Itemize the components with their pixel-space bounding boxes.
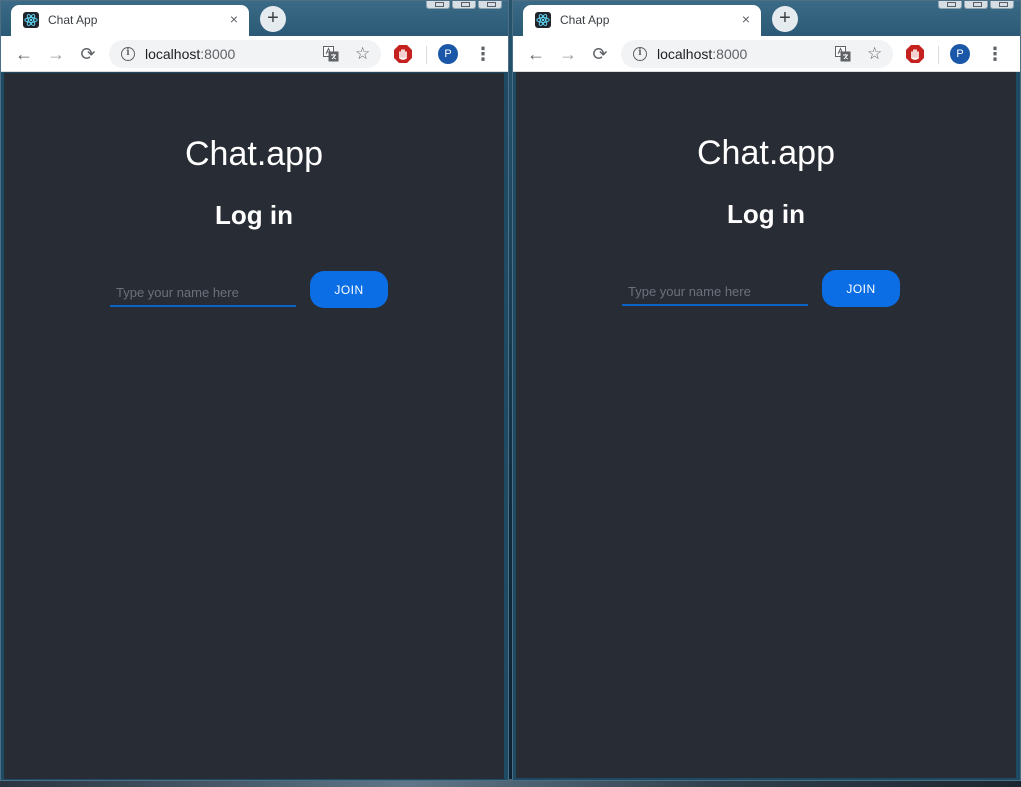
- url-host: localhost: [657, 46, 713, 62]
- star-icon[interactable]: ☆: [867, 44, 882, 64]
- react-logo-icon: [23, 12, 39, 28]
- name-input[interactable]: [622, 274, 808, 306]
- kebab-menu-icon[interactable]: ⋮: [985, 43, 1005, 65]
- url-port: :8000: [712, 46, 748, 62]
- tab-title: Chat App: [48, 13, 98, 27]
- login-heading: Log in: [727, 199, 805, 229]
- tab-close-icon[interactable]: ×: [227, 12, 241, 26]
- toolbar-divider: [426, 46, 427, 64]
- maximize-button[interactable]: [964, 1, 988, 9]
- window-controls: [938, 1, 1014, 9]
- app-title: Chat.app: [697, 134, 835, 172]
- url-host: localhost: [145, 46, 201, 62]
- minimize-button[interactable]: [426, 1, 450, 9]
- star-icon[interactable]: ☆: [355, 44, 370, 64]
- page-content: Chat.app Log in JOIN: [516, 72, 1016, 778]
- minimize-button[interactable]: [938, 1, 962, 9]
- back-arrow-icon[interactable]: ←: [13, 43, 35, 65]
- join-button[interactable]: JOIN: [822, 270, 900, 307]
- adblock-hand-icon[interactable]: [905, 44, 925, 64]
- reload-icon[interactable]: ⟳: [77, 43, 99, 65]
- join-button[interactable]: JOIN: [310, 271, 388, 308]
- login-heading: Log in: [215, 200, 293, 230]
- reload-icon[interactable]: ⟳: [589, 43, 611, 65]
- title-bar[interactable]: Chat App × +: [1, 1, 508, 36]
- browser-tab[interactable]: Chat App ×: [523, 5, 761, 36]
- address-bar[interactable]: i localhost:8000 ☆: [621, 40, 893, 68]
- maximize-button[interactable]: [452, 1, 476, 9]
- back-arrow-icon[interactable]: ←: [525, 43, 547, 65]
- url-text: localhost:8000: [657, 46, 747, 62]
- url-port: :8000: [200, 46, 236, 62]
- browser-toolbar: ← → ⟳ i localhost:8000 ☆ P ⋮: [513, 36, 1020, 72]
- info-icon[interactable]: i: [121, 47, 135, 61]
- adblock-hand-icon[interactable]: [393, 44, 413, 64]
- translate-icon[interactable]: [323, 46, 339, 62]
- close-window-button[interactable]: [478, 1, 502, 9]
- tab-close-icon[interactable]: ×: [739, 12, 753, 26]
- browser-toolbar: ← → ⟳ i localhost:8000 ☆ P ⋮: [1, 36, 508, 72]
- app-title: Chat.app: [185, 135, 323, 173]
- kebab-menu-icon[interactable]: ⋮: [473, 43, 493, 65]
- info-icon[interactable]: i: [633, 47, 647, 61]
- profile-avatar[interactable]: P: [950, 44, 970, 64]
- new-tab-button[interactable]: +: [260, 6, 286, 32]
- address-bar[interactable]: i localhost:8000 ☆: [109, 40, 381, 68]
- name-input[interactable]: [110, 275, 296, 307]
- browser-window-right: Chat App × + ← → ⟳ i localhost:8000 ☆ P …: [512, 0, 1021, 781]
- new-tab-button[interactable]: +: [772, 6, 798, 32]
- url-text: localhost:8000: [145, 46, 235, 62]
- translate-icon[interactable]: [835, 46, 851, 62]
- profile-avatar[interactable]: P: [438, 44, 458, 64]
- toolbar-divider: [938, 46, 939, 64]
- react-logo-icon: [535, 12, 551, 28]
- close-window-button[interactable]: [990, 1, 1014, 9]
- forward-arrow-icon[interactable]: →: [45, 43, 67, 65]
- window-controls: [426, 1, 502, 9]
- forward-arrow-icon[interactable]: →: [557, 43, 579, 65]
- browser-window-left: Chat App × + ← → ⟳ i localhost:8000 ☆ P …: [0, 0, 509, 781]
- page-content: Chat.app Log in JOIN: [4, 73, 504, 779]
- tab-title: Chat App: [560, 13, 610, 27]
- browser-tab[interactable]: Chat App ×: [11, 5, 249, 36]
- title-bar[interactable]: Chat App × +: [513, 1, 1020, 36]
